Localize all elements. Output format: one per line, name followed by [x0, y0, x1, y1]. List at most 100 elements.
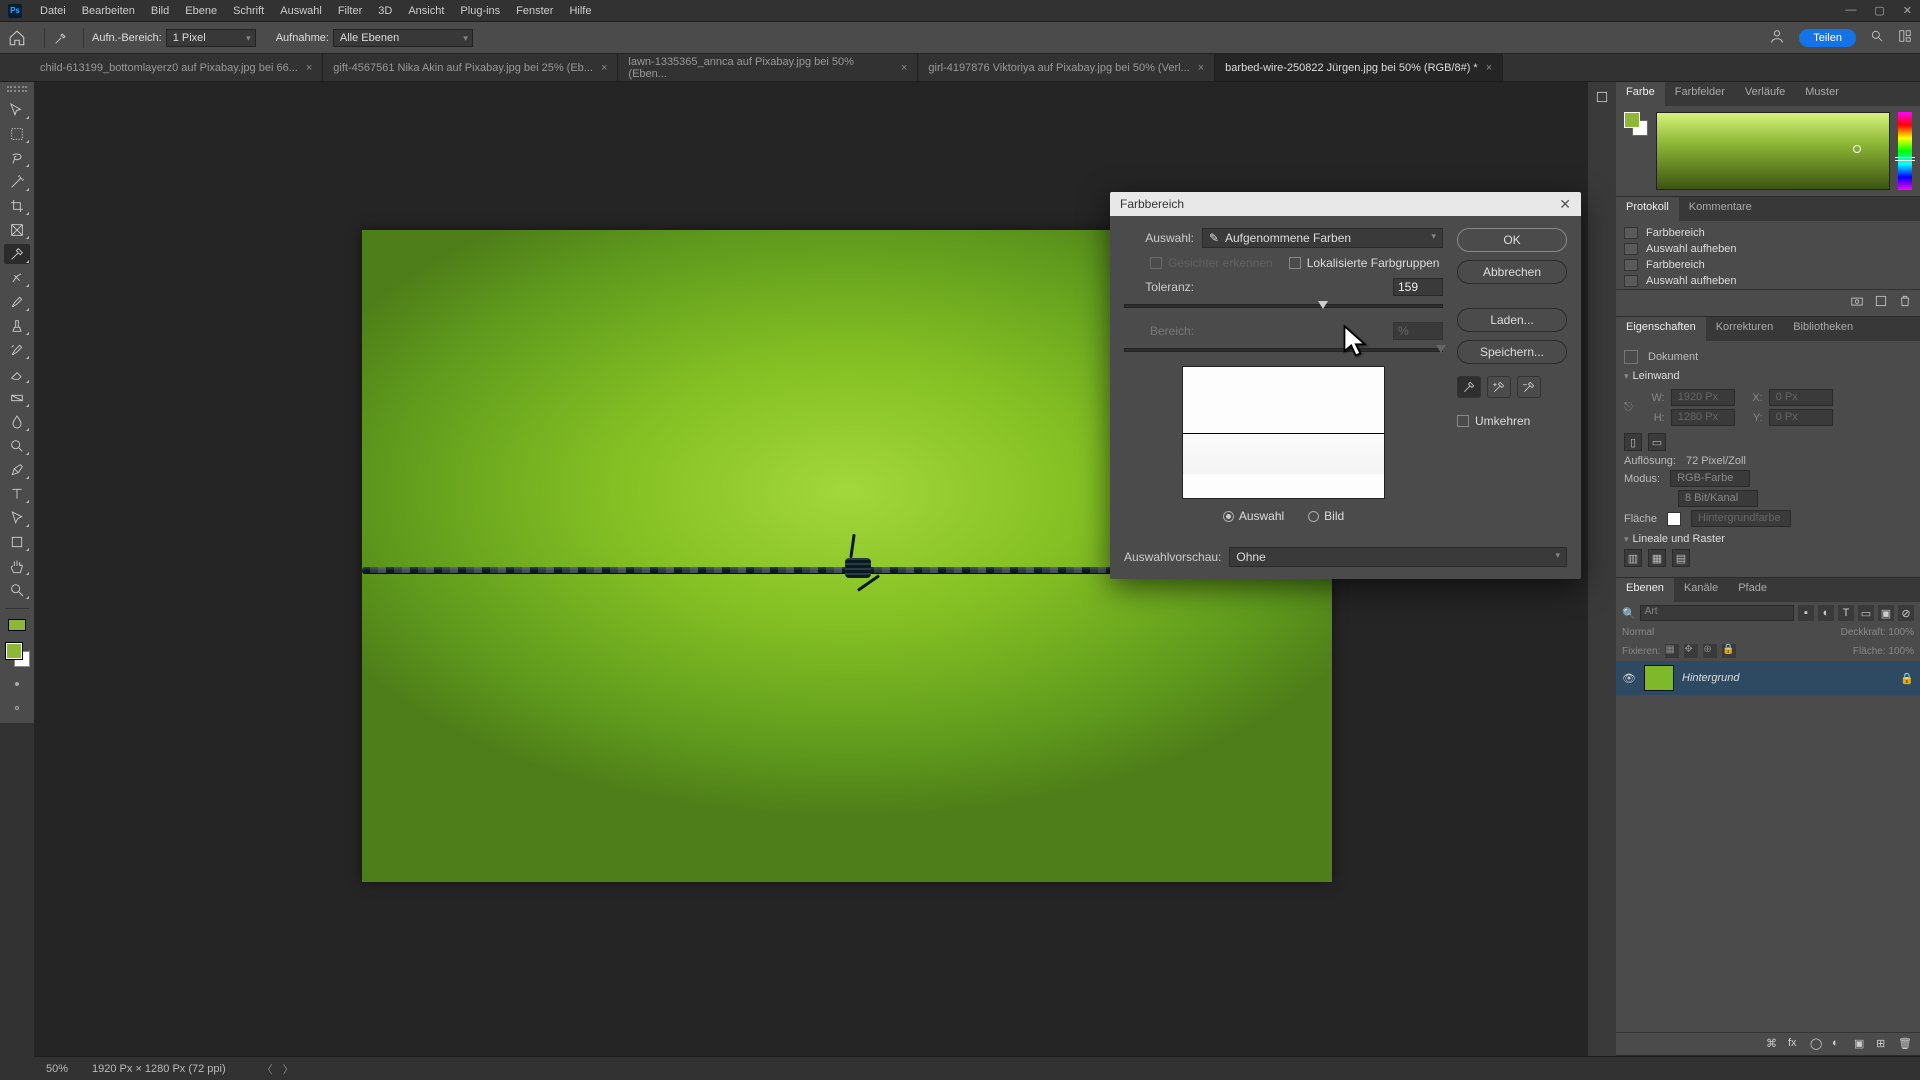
color-picker-field[interactable] [1656, 112, 1890, 190]
panel-tab[interactable]: Muster [1795, 82, 1849, 106]
menu-bild[interactable]: Bild [143, 3, 177, 19]
lock-icon[interactable]: 🔒 [1900, 672, 1914, 685]
frame-tool[interactable] [4, 220, 30, 240]
document-tab[interactable]: girl-4197876 Viktoriya auf Pixabay.jpg b… [918, 54, 1215, 81]
menu-ebene[interactable]: Ebene [177, 3, 225, 19]
menu-hilfe[interactable]: Hilfe [561, 3, 599, 19]
layer-row[interactable]: 👁 Hintergrund 🔒 [1616, 661, 1920, 695]
filter-pixel-icon[interactable]: ▪ [1798, 605, 1814, 621]
type-tool[interactable] [4, 484, 30, 504]
cancel-button[interactable]: Abbrechen [1457, 260, 1567, 284]
radio-image[interactable]: Bild [1308, 509, 1344, 523]
blend-mode-dropdown[interactable]: Normal [1622, 627, 1654, 638]
menu-plug-ins[interactable]: Plug-ins [452, 3, 508, 19]
link-layers-icon[interactable]: ⌘ [1766, 1037, 1780, 1051]
guides-icon[interactable]: ▤ [1672, 549, 1690, 567]
pen-tool[interactable] [4, 460, 30, 480]
cloud-icon[interactable] [1769, 28, 1785, 47]
marquee-tool[interactable] [4, 124, 30, 144]
healing-tool[interactable] [4, 268, 30, 288]
mask-icon[interactable]: ◯ [1810, 1037, 1824, 1051]
lock-pixels-icon[interactable]: ▦ [1665, 644, 1679, 658]
ruler-icon[interactable]: ▥ [1624, 549, 1642, 567]
zoom-tool[interactable] [4, 580, 30, 600]
tab-close-icon[interactable]: × [1486, 62, 1492, 74]
tab-close-icon[interactable]: × [306, 62, 312, 74]
fg-bg-swatches[interactable] [4, 641, 30, 667]
brush-tool[interactable] [4, 292, 30, 312]
color-swatches[interactable] [1624, 112, 1648, 136]
minimize-icon[interactable]: — [1845, 4, 1856, 17]
portrait-icon[interactable]: ▯ [1624, 433, 1642, 451]
eyedropper-sample-icon[interactable] [1457, 376, 1481, 398]
grid-icon[interactable]: ▦ [1648, 549, 1666, 567]
panel-tab[interactable]: Bibliotheken [1783, 317, 1863, 341]
tolerance-slider[interactable] [1124, 304, 1443, 308]
screen-mode-icon[interactable] [7, 677, 27, 691]
lock-all-icon[interactable]: 🔒 [1722, 644, 1736, 658]
sample-layers-dropdown[interactable]: Alle Ebenen [333, 29, 473, 47]
history-item[interactable]: Auswahl aufheben [1616, 241, 1920, 257]
panel-tab[interactable]: Kommentare [1679, 197, 1762, 221]
close-icon[interactable]: ✕ [1903, 4, 1912, 17]
home-icon[interactable] [8, 29, 26, 47]
eyedropper-tool[interactable] [4, 244, 30, 264]
visibility-icon[interactable]: 👁 [1622, 672, 1636, 685]
eyedropper-add-icon[interactable] [1487, 376, 1511, 398]
invert-checkbox[interactable] [1457, 415, 1469, 427]
tab-close-icon[interactable]: × [901, 62, 907, 74]
dialog-close-icon[interactable]: ✕ [1559, 196, 1571, 213]
history-delete-icon[interactable] [1898, 294, 1912, 308]
panel-tab[interactable]: Verläufe [1735, 82, 1795, 106]
panel-tab[interactable]: Eigenschaften [1616, 317, 1706, 341]
menu-auswahl[interactable]: Auswahl [272, 3, 330, 19]
select-dropdown[interactable]: ✎Aufgenommene Farben [1202, 228, 1443, 248]
tab-close-icon[interactable]: × [601, 62, 607, 74]
menu-ansicht[interactable]: Ansicht [400, 3, 452, 19]
document-tab[interactable]: lawn-1335365_annca auf Pixabay.jpg bei 5… [618, 54, 918, 81]
document-tab[interactable]: child-613199_bottomlayerz0 auf Pixabay.j… [30, 54, 323, 81]
quick-swatch[interactable] [8, 619, 26, 631]
filter-adjust-icon[interactable]: ◐ [1818, 605, 1834, 621]
panel-tab[interactable]: Pfade [1728, 578, 1777, 602]
blur-tool[interactable] [4, 412, 30, 432]
x-field[interactable]: 0 Px [1769, 389, 1833, 406]
hue-slider[interactable] [1898, 112, 1912, 190]
fill-dropdown[interactable]: Hintergrundfarbe [1691, 510, 1791, 527]
panel-tab[interactable]: Farbfelder [1665, 82, 1735, 106]
canvas-section[interactable]: Leinwand [1624, 370, 1912, 382]
ok-button[interactable]: OK [1457, 228, 1567, 252]
filter-type-icon[interactable]: T [1838, 605, 1854, 621]
document-tab[interactable]: gift-4567561 Nika Akin auf Pixabay.jpg b… [323, 54, 618, 81]
menu-filter[interactable]: Filter [330, 3, 370, 19]
group-icon[interactable]: ▣ [1854, 1037, 1868, 1051]
lock-position-icon[interactable]: ✥ [1684, 644, 1698, 658]
quickmask-icon[interactable] [7, 701, 27, 715]
width-field[interactable]: 1920 Px [1671, 389, 1735, 406]
fx-icon[interactable]: fx [1788, 1037, 1802, 1051]
menu-bearbeiten[interactable]: Bearbeiten [74, 3, 143, 19]
lock-artboard-icon[interactable]: ⊕ [1703, 644, 1717, 658]
maximize-icon[interactable]: ▢ [1874, 4, 1884, 17]
eraser-tool[interactable] [4, 364, 30, 384]
history-item[interactable]: Farbbereich [1616, 225, 1920, 241]
hand-tool[interactable] [4, 556, 30, 576]
shape-tool[interactable] [4, 532, 30, 552]
fill-swatch[interactable] [1667, 512, 1681, 526]
layer-thumbnail[interactable] [1644, 665, 1674, 691]
panel-tab[interactable]: Ebenen [1616, 578, 1674, 602]
save-button[interactable]: Speichern... [1457, 340, 1567, 364]
magic-wand-tool[interactable] [4, 172, 30, 192]
tab-close-icon[interactable]: × [1198, 62, 1204, 74]
menu-3d[interactable]: 3D [370, 3, 400, 19]
y-field[interactable]: 0 Px [1769, 409, 1833, 426]
eyedropper-icon[interactable] [53, 30, 69, 46]
history-item[interactable]: Farbbereich [1616, 257, 1920, 273]
gradient-tool[interactable] [4, 388, 30, 408]
layer-name[interactable]: Hintergrund [1682, 672, 1739, 684]
rulers-section[interactable]: Lineale und Raster [1624, 533, 1912, 545]
move-tool[interactable] [4, 100, 30, 120]
new-layer-icon[interactable]: ⊞ [1876, 1037, 1890, 1051]
status-navigate[interactable]: 〈〉 [262, 1061, 294, 1077]
filter-toggle-icon[interactable]: ⊘ [1898, 605, 1914, 621]
